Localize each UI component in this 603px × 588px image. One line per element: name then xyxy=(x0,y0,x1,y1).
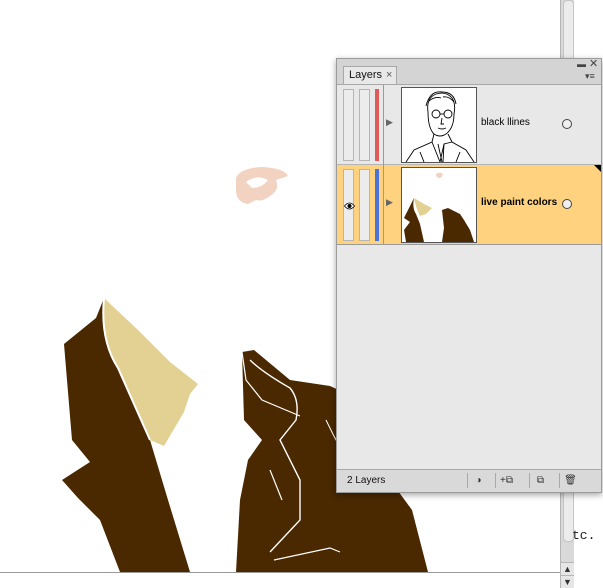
lock-toggle[interactable] xyxy=(359,169,370,241)
row-divider xyxy=(383,165,384,245)
scroll-down-arrow-icon[interactable]: ▼ xyxy=(561,575,574,588)
target-icon[interactable] xyxy=(562,199,572,209)
layer-row-black-lines[interactable]: ▶ black llines xyxy=(337,85,601,165)
layer-name[interactable]: live paint colors xyxy=(481,197,557,208)
horizontal-scrollbar[interactable] xyxy=(0,572,560,588)
layer-count: 2 Layers xyxy=(347,475,386,486)
expand-triangle-icon[interactable]: ▶ xyxy=(386,117,393,128)
layer-row-live-paint-colors[interactable]: ▶ live paint colors xyxy=(337,165,601,245)
layers-panel: Layers × ▬ ✕ ▾≡ ▶ black llines ▶ live pa… xyxy=(336,58,602,493)
visibility-toggle[interactable] xyxy=(343,169,356,242)
delete-layer-icon[interactable]: 🗑 xyxy=(559,473,581,488)
layer-name[interactable]: black llines xyxy=(481,117,530,128)
make-clipping-mask-icon[interactable]: ◑ xyxy=(467,473,489,488)
illustrator-window: ▲ ▼ tc. Layers × ▬ ✕ ▾≡ ▶ black llines ▶… xyxy=(0,0,603,588)
layer-thumbnail xyxy=(401,87,477,163)
background-window-text: tc. xyxy=(572,528,596,543)
scroll-up-arrow-icon[interactable]: ▲ xyxy=(561,562,574,575)
eye-icon[interactable] xyxy=(343,170,356,242)
layer-color-swatch xyxy=(375,169,379,241)
panel-footer: 2 Layers ◑ +⧉ ⧉ 🗑 xyxy=(337,469,601,492)
lock-toggle[interactable] xyxy=(359,89,370,161)
row-divider xyxy=(383,85,384,165)
panel-header[interactable]: Layers × ▬ ✕ ▾≡ xyxy=(337,57,601,85)
collapse-panel-icon[interactable]: ▬ xyxy=(577,59,586,69)
close-panel-icon[interactable]: ✕ xyxy=(589,57,598,70)
layer-color-swatch xyxy=(375,89,379,161)
jacket-colors-thumbnail xyxy=(404,172,474,242)
layer-thumbnail xyxy=(401,167,477,243)
selected-art-indicator-icon xyxy=(594,165,601,172)
target-icon[interactable] xyxy=(562,119,572,129)
create-new-layer-icon[interactable]: ⧉ xyxy=(529,473,551,488)
tab-layers[interactable]: Layers × xyxy=(343,66,398,84)
visibility-toggle[interactable] xyxy=(343,89,354,161)
create-sublayer-icon[interactable]: +⧉ xyxy=(495,473,517,488)
eye-skin-shape xyxy=(236,167,288,204)
tab-close-icon[interactable]: × xyxy=(386,69,392,81)
portrait-line-art-thumbnail xyxy=(405,91,475,162)
tab-layers-label: Layers xyxy=(349,69,383,81)
expand-triangle-icon[interactable]: ▶ xyxy=(386,197,393,208)
panel-menu-icon[interactable]: ▾≡ xyxy=(585,71,595,82)
